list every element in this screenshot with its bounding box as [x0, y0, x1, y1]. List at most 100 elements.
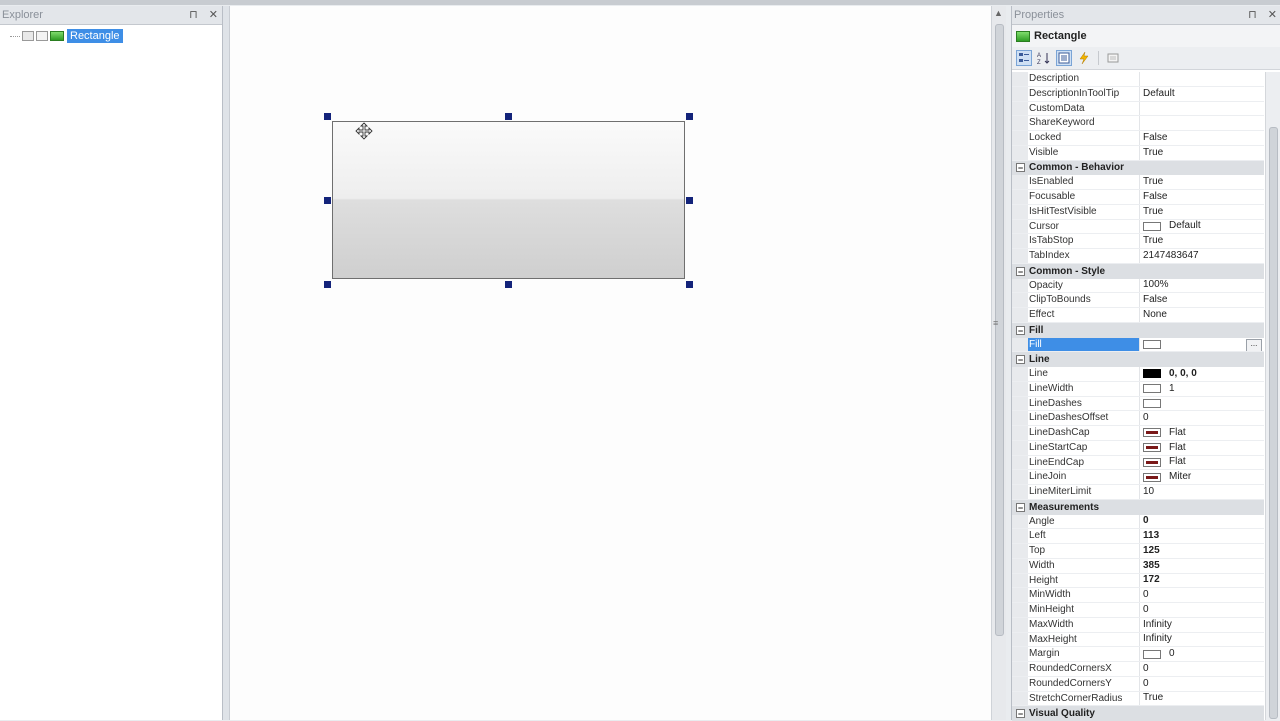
collapse-toggle-icon[interactable]: −: [1016, 355, 1025, 365]
property-row[interactable]: ClipToBounds False: [1012, 293, 1264, 308]
property-row[interactable]: LineMiterLimit 10: [1012, 485, 1264, 500]
color-swatch[interactable]: [1143, 428, 1161, 438]
property-value[interactable]: 1: [1140, 382, 1264, 396]
property-value[interactable]: False: [1140, 131, 1264, 145]
resize-handle-top-left[interactable]: [324, 113, 331, 120]
property-row[interactable]: IsHitTestVisible True: [1012, 204, 1264, 220]
category-row[interactable]: − Common - Behavior: [1012, 160, 1264, 176]
property-value[interactable]: True: [1140, 146, 1264, 160]
color-swatch[interactable]: [1143, 384, 1161, 394]
sort-alphabetical-icon[interactable]: AZ: [1036, 50, 1052, 66]
property-row[interactable]: Cursor Default: [1012, 219, 1264, 235]
property-row[interactable]: LineWidth 1: [1012, 381, 1264, 397]
resize-handle-top-right[interactable]: [686, 113, 693, 120]
collapse-toggle-icon[interactable]: −: [1016, 266, 1025, 276]
selected-rectangle[interactable]: [332, 121, 685, 279]
property-row[interactable]: StretchCornerRadius True: [1012, 691, 1264, 707]
property-row[interactable]: IsEnabled True: [1012, 175, 1264, 190]
property-value[interactable]: False: [1140, 293, 1264, 307]
color-swatch[interactable]: [1143, 443, 1161, 453]
property-row[interactable]: LineDashesOffset 0: [1012, 411, 1264, 426]
scroll-thumb[interactable]: [995, 24, 1004, 636]
property-value[interactable]: True: [1140, 692, 1264, 706]
property-value[interactable]: Flat: [1140, 426, 1264, 440]
property-row[interactable]: RoundedCornersX 0: [1012, 662, 1264, 677]
property-value[interactable]: Infinity: [1140, 633, 1264, 647]
ellipsis-button[interactable]: ...: [1246, 338, 1262, 352]
lock-icon[interactable]: [36, 31, 48, 41]
property-row[interactable]: TabIndex 2147483647: [1012, 249, 1264, 264]
splitter-grip-icon[interactable]: ≡: [993, 318, 998, 328]
property-value[interactable]: 100%: [1140, 279, 1264, 293]
property-row[interactable]: Line 0, 0, 0: [1012, 367, 1264, 382]
scroll-up-icon[interactable]: ▲: [994, 8, 1003, 18]
categorized-icon[interactable]: [1016, 50, 1032, 66]
canvas-vertical-scrollbar[interactable]: ▲: [991, 6, 1006, 720]
property-value[interactable]: Default: [1140, 220, 1264, 234]
property-value[interactable]: True: [1140, 234, 1264, 248]
color-swatch[interactable]: [1143, 649, 1161, 659]
property-row[interactable]: MinHeight 0: [1012, 603, 1264, 618]
property-row[interactable]: LineDashCap Flat: [1012, 426, 1264, 441]
collapse-toggle-icon[interactable]: −: [1016, 709, 1025, 719]
resize-handle-bottom-right[interactable]: [686, 281, 693, 288]
property-row[interactable]: Visible True: [1012, 145, 1264, 161]
property-row[interactable]: CustomData: [1012, 101, 1264, 117]
property-row[interactable]: Description: [1012, 72, 1264, 87]
property-value[interactable]: ...: [1140, 338, 1264, 352]
property-value[interactable]: Miter: [1140, 470, 1264, 484]
property-value[interactable]: [1140, 397, 1264, 411]
color-swatch[interactable]: [1143, 457, 1161, 467]
property-row[interactable]: Height 172: [1012, 573, 1264, 589]
property-value[interactable]: [1140, 102, 1264, 116]
design-canvas[interactable]: [229, 6, 992, 720]
close-icon[interactable]: ✕: [1268, 9, 1277, 21]
property-row[interactable]: Width 385: [1012, 558, 1264, 574]
properties-view-icon[interactable]: [1056, 50, 1072, 66]
color-swatch[interactable]: [1143, 472, 1161, 482]
property-value[interactable]: True: [1140, 175, 1264, 189]
close-icon[interactable]: ✕: [209, 9, 218, 21]
property-row[interactable]: Locked False: [1012, 131, 1264, 146]
resize-handle-bottom-left[interactable]: [324, 281, 331, 288]
property-value[interactable]: [1140, 116, 1264, 130]
collapse-toggle-icon[interactable]: −: [1016, 163, 1025, 173]
property-value[interactable]: 0: [1140, 515, 1264, 529]
collapse-toggle-icon[interactable]: −: [1016, 502, 1025, 512]
property-row[interactable]: LineStartCap Flat: [1012, 440, 1264, 456]
property-row[interactable]: LineDashes: [1012, 396, 1264, 412]
property-row[interactable]: MaxHeight Infinity: [1012, 632, 1264, 648]
property-row[interactable]: Angle 0: [1012, 514, 1264, 530]
property-value[interactable]: 0: [1140, 677, 1264, 691]
property-value[interactable]: False: [1140, 190, 1264, 204]
property-row[interactable]: LineEndCap Flat: [1012, 455, 1264, 471]
property-row[interactable]: Focusable False: [1012, 190, 1264, 205]
resize-handle-right[interactable]: [686, 197, 693, 204]
property-row[interactable]: Top 125: [1012, 544, 1264, 559]
category-row[interactable]: − Line: [1012, 352, 1264, 367]
property-row[interactable]: ShareKeyword: [1012, 116, 1264, 131]
category-row[interactable]: − Visual Quality: [1012, 706, 1264, 721]
collapse-toggle-icon[interactable]: −: [1016, 325, 1025, 335]
property-value[interactable]: 0: [1140, 662, 1264, 676]
property-row[interactable]: MinWidth 0: [1012, 588, 1264, 603]
property-value[interactable]: Flat: [1140, 456, 1264, 470]
property-row[interactable]: MaxWidth Infinity: [1012, 617, 1264, 633]
property-row[interactable]: DescriptionInToolTip Default: [1012, 86, 1264, 102]
pin-icon[interactable]: ⊓: [1248, 9, 1257, 21]
property-value[interactable]: [1140, 72, 1264, 86]
properties-vertical-scrollbar[interactable]: [1265, 72, 1280, 720]
property-value[interactable]: 0: [1140, 588, 1264, 602]
property-value[interactable]: 10: [1140, 485, 1264, 499]
property-value[interactable]: 0, 0, 0: [1140, 367, 1264, 381]
property-value[interactable]: 172: [1140, 574, 1264, 588]
property-value[interactable]: 0: [1140, 411, 1264, 425]
tree-item-rectangle[interactable]: Rectangle: [10, 28, 123, 44]
property-value[interactable]: 0: [1140, 647, 1264, 661]
property-value[interactable]: Flat: [1140, 441, 1264, 455]
property-value[interactable]: Infinity: [1140, 618, 1264, 632]
property-value[interactable]: 125: [1140, 544, 1264, 558]
color-swatch[interactable]: [1143, 339, 1161, 349]
resize-handle-top[interactable]: [505, 113, 512, 120]
resize-handle-left[interactable]: [324, 197, 331, 204]
